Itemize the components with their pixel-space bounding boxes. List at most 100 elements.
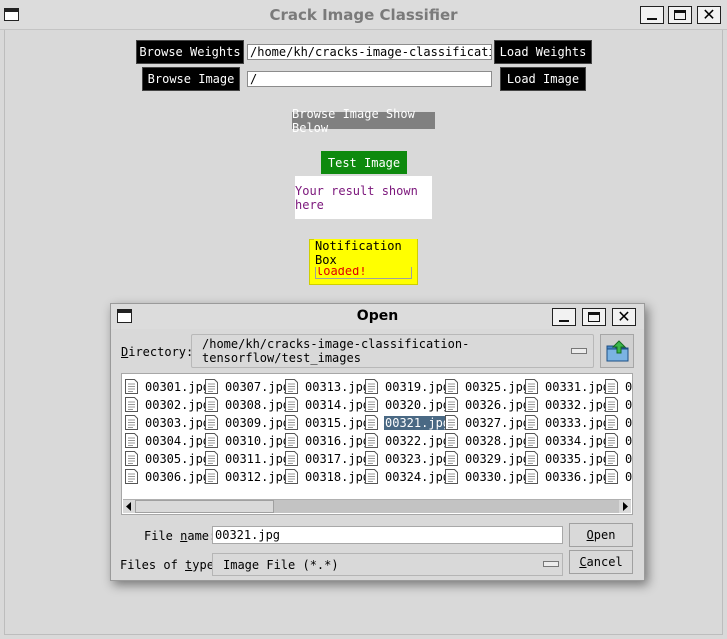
- file-item[interactable]: 00326.jpg: [445, 396, 531, 413]
- file-name: 00316.jpg: [305, 433, 371, 448]
- file-item[interactable]: 00304.jpg: [125, 432, 211, 449]
- horizontal-scrollbar[interactable]: [123, 499, 631, 513]
- file-item[interactable]: 00305.jpg: [125, 450, 211, 467]
- file-item[interactable]: 00302.jpg: [125, 396, 211, 413]
- browse-weights-button[interactable]: Browse Weights: [136, 40, 244, 64]
- file-icon: [525, 397, 538, 412]
- file-item[interactable]: 00336.jpg: [525, 468, 611, 485]
- file-item[interactable]: 00322.jpg: [365, 432, 451, 449]
- file-icon: [525, 433, 538, 448]
- file-item[interactable]: 00331.jpg: [525, 378, 611, 395]
- window-title: Crack Image Classifier: [269, 6, 458, 24]
- file-item[interactable]: 00: [605, 450, 632, 467]
- file-item[interactable]: 00310.jpg: [205, 432, 291, 449]
- file-icon: [365, 433, 378, 448]
- file-icon: [365, 415, 378, 430]
- file-item[interactable]: 00311.jpg: [205, 450, 291, 467]
- file-item[interactable]: 00325.jpg: [445, 378, 531, 395]
- minimize-icon[interactable]: [640, 6, 664, 24]
- file-item[interactable]: 00319.jpg: [365, 378, 451, 395]
- file-type-combo[interactable]: Image File (*.*): [212, 553, 563, 576]
- file-item[interactable]: 00308.jpg: [205, 396, 291, 413]
- directory-combo[interactable]: /home/kh/cracks-image-classification-ten…: [191, 334, 594, 368]
- file-icon: [365, 451, 378, 466]
- file-item[interactable]: 00323.jpg: [365, 450, 451, 467]
- up-directory-button[interactable]: [600, 334, 634, 368]
- file-item[interactable]: 00329.jpg: [445, 450, 531, 467]
- file-item[interactable]: 00328.jpg: [445, 432, 531, 449]
- file-icon: [525, 451, 538, 466]
- file-item[interactable]: 00333.jpg: [525, 414, 611, 431]
- open-dialog: Open ✕ Directory: /home/kh/cracks-image-…: [110, 303, 645, 581]
- file-name: 00336.jpg: [545, 469, 611, 484]
- file-list[interactable]: 00301.jpg 00302.jpg 00303.jpg 00304.jpg 0030…: [121, 373, 633, 515]
- cancel-button[interactable]: Cancel: [569, 550, 633, 574]
- file-item[interactable]: 00335.jpg: [525, 450, 611, 467]
- file-icon: [125, 379, 138, 394]
- file-item[interactable]: 00316.jpg: [285, 432, 371, 449]
- file-name: 00321.jpg: [384, 415, 452, 430]
- dialog-minimize-icon[interactable]: [552, 308, 576, 326]
- load-weights-button[interactable]: Load Weights: [494, 40, 592, 64]
- file-name: 00305.jpg: [145, 451, 211, 466]
- image-path-input[interactable]: /: [247, 71, 492, 87]
- file-icon: [285, 397, 298, 412]
- file-item[interactable]: 00301.jpg: [125, 378, 211, 395]
- file-icon: [605, 469, 618, 484]
- file-item[interactable]: 00330.jpg: [445, 468, 531, 485]
- file-name: 00313.jpg: [305, 379, 371, 394]
- file-item[interactable]: 00317.jpg: [285, 450, 371, 467]
- file-item[interactable]: 00303.jpg: [125, 414, 211, 431]
- scroll-left-icon[interactable]: [123, 500, 135, 513]
- file-icon: [125, 397, 138, 412]
- file-item[interactable]: 00318.jpg: [285, 468, 371, 485]
- file-item[interactable]: 00334.jpg: [525, 432, 611, 449]
- file-name: 00301.jpg: [145, 379, 211, 394]
- file-item[interactable]: 00327.jpg: [445, 414, 531, 431]
- maximize-icon[interactable]: [668, 6, 692, 24]
- file-item[interactable]: 00: [605, 414, 632, 431]
- load-image-button[interactable]: Load Image: [500, 67, 586, 91]
- file-name: 00315.jpg: [305, 415, 371, 430]
- file-icon: [205, 433, 218, 448]
- file-item[interactable]: 00307.jpg: [205, 378, 291, 395]
- weights-path-input[interactable]: /home/kh/cracks-image-classification-ten…: [247, 44, 492, 60]
- file-name: 00334.jpg: [545, 433, 611, 448]
- dialog-maximize-icon[interactable]: [582, 308, 606, 326]
- file-item[interactable]: 00313.jpg: [285, 378, 371, 395]
- window-titlebar[interactable]: Crack Image Classifier ✕: [0, 0, 727, 30]
- file-item[interactable]: 00309.jpg: [205, 414, 291, 431]
- file-item[interactable]: 00324.jpg: [365, 468, 451, 485]
- file-item[interactable]: 00: [605, 396, 632, 413]
- file-name-input[interactable]: 00321.jpg: [212, 526, 563, 544]
- file-item[interactable]: 00314.jpg: [285, 396, 371, 413]
- file-name: 00335.jpg: [545, 451, 611, 466]
- close-icon[interactable]: ✕: [697, 5, 721, 24]
- open-button[interactable]: Open: [569, 523, 633, 547]
- file-name: 00330.jpg: [465, 469, 531, 484]
- file-icon: [605, 433, 618, 448]
- file-item[interactable]: 00: [605, 378, 632, 395]
- file-item[interactable]: 00315.jpg: [285, 414, 371, 431]
- dialog-titlebar[interactable]: Open ✕: [111, 304, 644, 329]
- file-item[interactable]: 00320.jpg: [365, 396, 451, 413]
- file-icon: [525, 415, 538, 430]
- dialog-close-icon[interactable]: ✕: [612, 307, 636, 326]
- file-item[interactable]: 00: [605, 468, 632, 485]
- test-image-button[interactable]: Test Image: [321, 151, 407, 174]
- file-icon: [605, 397, 618, 412]
- file-icon: [205, 469, 218, 484]
- file-name: 00319.jpg: [385, 379, 451, 394]
- file-item[interactable]: 00306.jpg: [125, 468, 211, 485]
- file-icon: [125, 433, 138, 448]
- folder-up-icon: [606, 340, 629, 362]
- scroll-right-icon[interactable]: [619, 500, 631, 513]
- browse-image-button[interactable]: Browse Image: [142, 67, 240, 91]
- file-name: 00314.jpg: [305, 397, 371, 412]
- scroll-thumb[interactable]: [135, 500, 274, 513]
- file-icon: [525, 379, 538, 394]
- file-item[interactable]: 00: [605, 432, 632, 449]
- file-item[interactable]: 00332.jpg: [525, 396, 611, 413]
- file-item[interactable]: 00312.jpg: [205, 468, 291, 485]
- file-item[interactable]: 00321.jpg: [365, 414, 452, 431]
